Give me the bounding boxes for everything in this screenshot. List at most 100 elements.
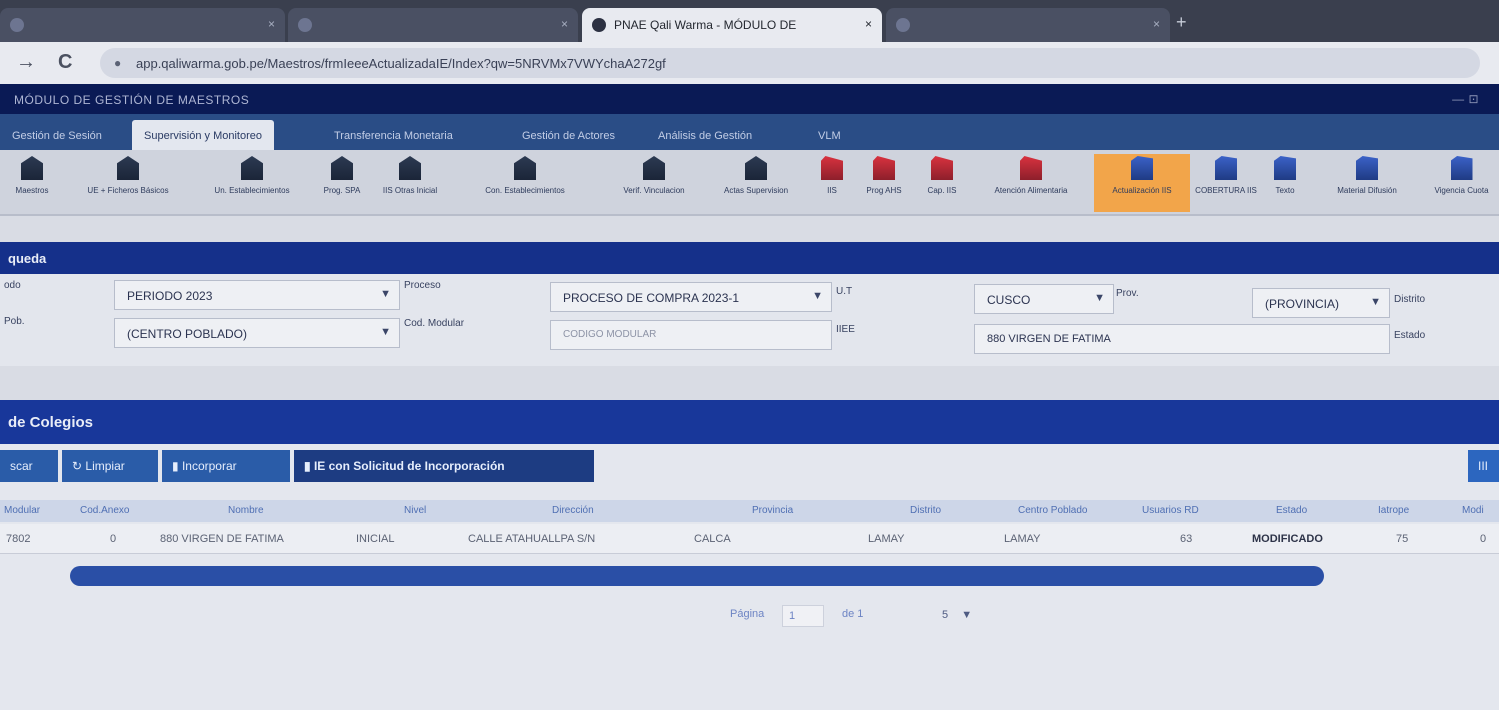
- tool-iis-otras[interactable]: IIS Otras Inicial: [372, 154, 448, 212]
- browser-toolbar: → C ● app.qaliwarma.gob.pe/Maestros/frmI…: [0, 42, 1499, 84]
- col-estado[interactable]: Estado: [1276, 505, 1307, 516]
- tool-cap-iis[interactable]: Cap. IIS: [914, 154, 970, 212]
- ut-label: U.T: [836, 286, 853, 297]
- close-icon[interactable]: ×: [561, 17, 568, 31]
- browser-tab-strip: × × PNAE Qali Warma - MÓDULO DE × × +: [0, 0, 1499, 42]
- close-icon[interactable]: ×: [865, 17, 872, 31]
- favicon-icon: [10, 18, 24, 32]
- blue-building-icon: [1131, 156, 1153, 180]
- document-icon: ▮: [304, 459, 311, 473]
- col-iatrope[interactable]: Iatrope: [1378, 505, 1409, 516]
- iiee-label: IIEE: [836, 324, 855, 335]
- col-modular[interactable]: Modular: [4, 505, 40, 516]
- col-direccion[interactable]: Dirección: [552, 505, 594, 516]
- menu-analisis[interactable]: Análisis de Gestión: [646, 120, 764, 150]
- close-icon[interactable]: ×: [1153, 17, 1160, 31]
- window-controls[interactable]: — ⊡: [1452, 92, 1479, 106]
- proceso-select[interactable]: PROCESO DE COMPRA 2023-1 ▼: [550, 282, 832, 312]
- tool-vigencia[interactable]: Vigencia Cuota: [1424, 154, 1499, 212]
- tool-actas-supervision[interactable]: Actas Supervision: [708, 154, 804, 212]
- page-size-select[interactable]: 5 ▼: [934, 605, 980, 627]
- cell-nombre: 880 VIRGEN DE FATIMA: [160, 533, 284, 545]
- pagination: Página 1 de 1 5 ▼: [0, 602, 1499, 632]
- refresh-icon: ↻: [72, 459, 83, 473]
- tool-verif-vinculacion[interactable]: Verif. Vinculacion: [602, 154, 706, 212]
- tool-prog-spa[interactable]: Prog. SPA: [314, 154, 370, 212]
- distrito-label: Distrito: [1394, 294, 1426, 305]
- col-provincia[interactable]: Provincia: [752, 505, 793, 516]
- col-distrito[interactable]: Distrito: [910, 505, 941, 516]
- menu-gestion-sesion[interactable]: Gestión de Sesión: [0, 120, 114, 150]
- browser-tab[interactable]: ×: [288, 8, 578, 42]
- chevron-down-icon: ▼: [1370, 296, 1381, 308]
- page-label: Página: [730, 608, 765, 620]
- centro-poblado-label: Pob.: [4, 316, 25, 327]
- ut-select[interactable]: CUSCO ▼: [974, 284, 1114, 314]
- tool-prog-ahs[interactable]: Prog AHS: [856, 154, 912, 212]
- menu-vlm[interactable]: VLM: [806, 120, 853, 150]
- col-usuarios-rd[interactable]: Usuarios RD: [1142, 505, 1199, 516]
- incorporar-button[interactable]: ▮ Incorporar: [162, 450, 290, 482]
- horizontal-scrollbar[interactable]: [70, 566, 1324, 586]
- cell-nivel: INICIAL: [356, 533, 395, 545]
- table-row[interactable]: 7802 0 880 VIRGEN DE FATIMA INICIAL CALL…: [0, 524, 1499, 554]
- tool-material-difusion[interactable]: Material Difusión: [1312, 154, 1422, 212]
- url-text: app.qaliwarma.gob.pe/Maestros/frmIeeeAct…: [136, 56, 666, 71]
- document-icon: ▮: [172, 459, 179, 473]
- tool-con-establecimientos[interactable]: Con. Establecimientos: [450, 154, 600, 212]
- menu-supervision[interactable]: Supervisión y Monitoreo: [132, 120, 275, 150]
- cell-anexo: 0: [110, 533, 117, 545]
- building-icon: [643, 156, 665, 180]
- estado-label: Estado: [1394, 330, 1426, 341]
- red-building-icon: [873, 156, 895, 180]
- building-icon: [399, 156, 421, 180]
- tool-establecimientos[interactable]: Un. Establecimientos: [192, 154, 312, 212]
- blue-building-icon: [1356, 156, 1378, 180]
- browser-tab[interactable]: ×: [886, 8, 1170, 42]
- col-centro-poblado[interactable]: Centro Poblado: [1018, 505, 1088, 516]
- menu-gestion-actores[interactable]: Gestión de Actores: [510, 120, 627, 150]
- periodo-select[interactable]: PERIODO 2023 ▼: [114, 280, 400, 310]
- browser-tab-label: PNAE Qali Warma - MÓDULO DE: [614, 18, 797, 32]
- codigo-modular-input[interactable]: CODIGO MODULAR: [550, 320, 832, 350]
- tool-cobertura-iis[interactable]: COBERTURA IIS: [1194, 154, 1258, 212]
- cell-centro-poblado: LAMAY: [1004, 533, 1041, 545]
- page-number-input[interactable]: 1: [782, 605, 824, 627]
- export-button[interactable]: III: [1468, 450, 1499, 482]
- tool-ue-ficheros[interactable]: UE + Ficheros Básicos: [66, 154, 190, 212]
- col-nivel[interactable]: Nivel: [404, 505, 426, 516]
- cell-modular: 7802: [6, 533, 31, 545]
- module-toolbar: Maestros UE + Ficheros Básicos Un. Estab…: [0, 150, 1499, 216]
- browser-tab-active[interactable]: PNAE Qali Warma - MÓDULO DE ×: [582, 8, 882, 42]
- iiee-input[interactable]: 880 VIRGEN DE FATIMA: [974, 324, 1390, 354]
- centro-poblado-select[interactable]: (CENTRO POBLADO) ▼: [114, 318, 400, 348]
- cell-modi: 0: [1480, 533, 1487, 545]
- results-panel: scar ↻ Limpiar ▮ Incorporar ▮ IE con Sol…: [0, 444, 1499, 710]
- browser-tab[interactable]: ×: [0, 8, 285, 42]
- tool-maestros[interactable]: Maestros: [0, 154, 64, 212]
- tool-texto[interactable]: Texto: [1262, 154, 1308, 212]
- buscar-button[interactable]: scar: [0, 450, 58, 482]
- forward-button[interactable]: →: [16, 51, 36, 74]
- solicitud-incorporacion-button[interactable]: ▮ IE con Solicitud de Incorporación: [294, 450, 594, 482]
- favicon-icon: [298, 18, 312, 32]
- limpiar-button[interactable]: ↻ Limpiar: [62, 450, 158, 482]
- address-bar[interactable]: ● app.qaliwarma.gob.pe/Maestros/frmIeeeA…: [100, 48, 1480, 78]
- provincia-select[interactable]: (PROVINCIA) ▼: [1252, 288, 1390, 318]
- col-modi[interactable]: Modi: [1462, 505, 1484, 516]
- reload-button[interactable]: C: [58, 51, 72, 74]
- tool-actualizacion-iis[interactable]: Actualización IIS: [1094, 154, 1190, 212]
- menu-transferencia[interactable]: Transferencia Monetaria: [322, 120, 465, 150]
- cell-provincia: CALCA: [694, 533, 731, 545]
- chevron-down-icon: ▼: [961, 609, 973, 621]
- close-icon[interactable]: ×: [268, 17, 275, 31]
- col-cod-anexo[interactable]: Cod.Anexo: [80, 505, 129, 516]
- table-header: Modular Cod.Anexo Nombre Nivel Dirección…: [0, 500, 1499, 522]
- red-building-icon: [821, 156, 843, 180]
- search-section-header: queda: [0, 242, 1499, 274]
- col-nombre[interactable]: Nombre: [228, 505, 264, 516]
- building-icon: [117, 156, 139, 180]
- tool-atencion-alimentaria[interactable]: Atención Alimentaria: [972, 154, 1090, 212]
- tool-iis[interactable]: IIS: [810, 154, 854, 212]
- new-tab-button[interactable]: +: [1176, 12, 1187, 33]
